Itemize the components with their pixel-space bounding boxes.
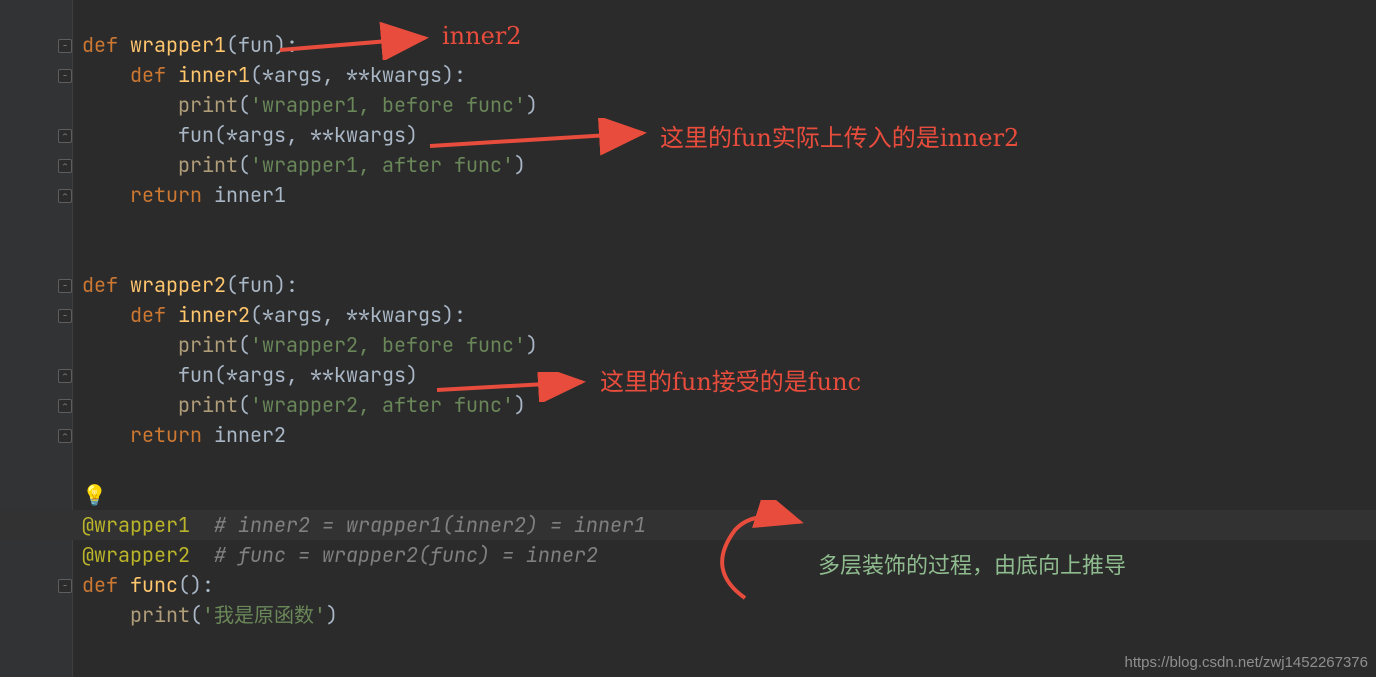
code-line: return inner2 (82, 420, 1376, 450)
fold-icon[interactable]: − (58, 39, 72, 53)
watermark: https://blog.csdn.net/zwj1452267376 (1124, 654, 1368, 671)
code-line (82, 210, 1376, 240)
fold-end-icon[interactable]: ⌃ (58, 399, 72, 413)
code-line: def inner2(*args, **kwargs): (82, 300, 1376, 330)
code-line: 💡 (82, 480, 1376, 510)
bulb-icon[interactable]: 💡 (82, 482, 107, 508)
annotation-label: 这里的fun实际上传入的是inner2 (660, 118, 1019, 153)
fold-end-icon[interactable]: ⌃ (58, 369, 72, 383)
code-line: @wrapper1 # inner2 = wrapper1(inner2) = … (82, 510, 1376, 540)
code-line: print('wrapper1, after func') (82, 150, 1376, 180)
annotation-label: inner2 (442, 22, 522, 50)
annotation-label: 多层装饰的过程，由底向上推导 (818, 548, 1126, 580)
fold-end-icon[interactable]: ⌃ (58, 429, 72, 443)
fold-end-icon[interactable]: ⌃ (58, 129, 72, 143)
code-line: def wrapper1(fun): (82, 30, 1376, 60)
gutter: − − ⌃ ⌃ ⌃ − − ⌃ ⌃ ⌃ − (0, 0, 73, 677)
code-line: print('wrapper1, before func') (82, 90, 1376, 120)
code-line: print('我是原函数') (82, 600, 1376, 630)
code-line (82, 240, 1376, 270)
code-line: def func(): (82, 570, 1376, 600)
fold-icon[interactable]: − (58, 69, 72, 83)
fold-end-icon[interactable]: ⌃ (58, 159, 72, 173)
code-line: def wrapper2(fun): (82, 270, 1376, 300)
code-line: @wrapper2 # func = wrapper2(func) = inne… (82, 540, 1376, 570)
code-line: def inner1(*args, **kwargs): (82, 60, 1376, 90)
code-line (82, 450, 1376, 480)
code-line: return inner1 (82, 180, 1376, 210)
code-line (82, 0, 1376, 30)
code-area[interactable]: def wrapper1(fun): def inner1(*args, **k… (82, 0, 1376, 630)
annotation-label: 这里的fun接受的是func (600, 362, 861, 397)
code-line: print('wrapper2, before func') (82, 330, 1376, 360)
fold-icon[interactable]: − (58, 309, 72, 323)
fold-icon[interactable]: − (58, 579, 72, 593)
code-editor: − − ⌃ ⌃ ⌃ − − ⌃ ⌃ ⌃ − def wrapper1(fun):… (0, 0, 1376, 677)
fold-end-icon[interactable]: ⌃ (58, 189, 72, 203)
fold-icon[interactable]: − (58, 279, 72, 293)
